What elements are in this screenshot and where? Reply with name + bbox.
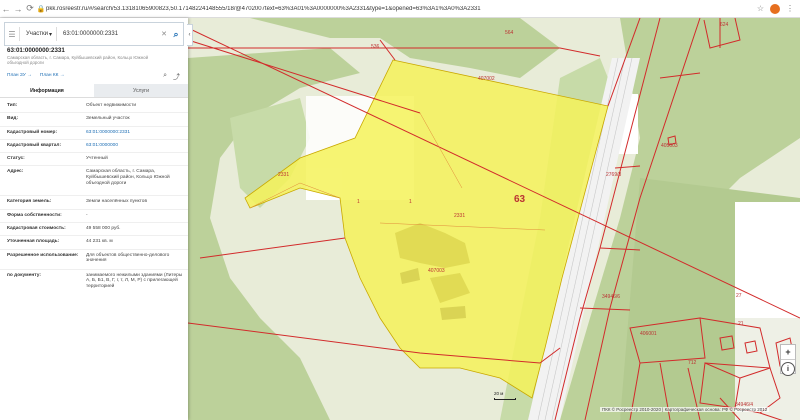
object-address: Самарская область, г. Самара, Куйбышевск… <box>7 55 149 66</box>
parcel-label-2331-b: 2331 <box>454 213 466 219</box>
row-key: Категория земель: <box>7 199 52 205</box>
search-box: ☰ Участки ▾ 63:01:0000000:2331 ✕ ⌕ <box>4 22 184 46</box>
row-key: Статус: <box>7 156 25 162</box>
search-type-select[interactable]: Участки ▾ <box>20 31 56 38</box>
profile-avatar[interactable] <box>770 3 780 14</box>
reload-button[interactable]: ⟳ <box>24 2 36 16</box>
back-button[interactable]: ← <box>0 2 12 16</box>
lock-icon: 🔒 <box>36 5 46 13</box>
plan-zu-link[interactable]: План ЗУ → <box>7 73 32 78</box>
table-row: Категория земель: Земли населённых пункт… <box>0 196 188 210</box>
table-row: Уточненная площадь: 44 231 кв. м <box>0 236 188 250</box>
collapse-panel-button[interactable]: ‹ <box>187 24 193 46</box>
parcel-label-536: 536 <box>371 44 380 50</box>
table-row: Кадастровый номер: 63:01:0000000:2331 <box>0 127 188 140</box>
scale-bar <box>494 398 516 400</box>
quarter-label-406001: 406001 <box>640 331 657 337</box>
search-object-icon[interactable]: ⌕ <box>163 72 167 82</box>
row-value: Земельный участок <box>86 116 130 122</box>
parcel-label-27: 27 <box>736 293 742 299</box>
map-copyright: ПКК © Росреестр 2010-2020 | Картографиче… <box>600 407 770 412</box>
quarter-label-407002: 407002 <box>478 76 495 82</box>
table-row: Кадастровая стоимость: 49 558 000 руб. <box>0 223 188 237</box>
table-row: Форма собственности: - <box>0 210 188 224</box>
row-value: Земли населённых пунктов <box>86 199 147 205</box>
zoom-in-button[interactable]: + <box>781 345 795 359</box>
tab-information[interactable]: Информация <box>0 84 94 97</box>
row-key: Форма собственности: <box>7 212 62 218</box>
menu-dots-icon[interactable]: ⋮ <box>786 4 794 13</box>
chevron-down-icon: ▾ <box>48 31 52 38</box>
parcel-label-2769-3: 2769/3 <box>606 172 622 178</box>
object-title: 63:01:0000000:2331 <box>7 47 65 54</box>
quarter-label-407003: 407003 <box>428 268 445 274</box>
parcel-label-712: 712 <box>688 360 697 366</box>
quarter-label-405003: 405003 <box>661 143 678 149</box>
search-input[interactable]: 63:01:0000000:2331 <box>57 31 159 37</box>
row-key: Адрес: <box>7 169 24 175</box>
row-value: 49 558 000 руб. <box>86 226 121 232</box>
menu-icon[interactable]: ☰ <box>5 23 19 45</box>
table-row: Вид: Земельный участок <box>0 113 188 127</box>
star-icon[interactable]: ☆ <box>757 4 764 13</box>
parcel-label-1b: 1 <box>357 199 360 205</box>
parcel-label-564: 564 <box>505 30 514 36</box>
parcel-label-624: 624 <box>720 22 729 28</box>
parcel-label-34946-6: 34946/6 <box>602 294 621 300</box>
row-key: Уточненная площадь: <box>7 239 60 245</box>
search-icon[interactable]: ⌕ <box>169 29 183 40</box>
row-key: Тип: <box>7 103 18 108</box>
row-value: 44 231 кв. м <box>86 239 113 245</box>
clear-icon[interactable]: ✕ <box>159 30 169 38</box>
table-row: Кадастровый квартал: 63:01:0000000 <box>0 140 188 154</box>
search-type-label: Участки <box>26 31 48 37</box>
row-key: Кадастровый номер: <box>7 129 58 135</box>
row-key: Вид: <box>7 116 19 122</box>
info-panel: ☰ Участки ▾ 63:01:0000000:2331 ✕ ⌕ ‹ 63:… <box>0 18 193 420</box>
parcel-label-main: 63 <box>514 194 526 205</box>
tab-services[interactable]: Услуги <box>94 84 188 97</box>
browser-toolbar: ← → ⟳ 🔒 pkk.rosreestr.ru/#/search/53.131… <box>0 0 800 18</box>
parcel-label-21: 21 <box>738 321 744 327</box>
cadastral-quarter-link[interactable]: 63:01:0000000 <box>86 143 188 150</box>
row-value: Учтенный <box>86 156 108 162</box>
row-value: Объект недвижимости <box>86 103 137 108</box>
table-row: Статус: Учтенный <box>0 153 188 167</box>
forward-button[interactable]: → <box>12 2 24 16</box>
cadastral-number-link[interactable]: 63:01:0000000:2331 <box>86 130 188 137</box>
table-row: Тип: Объект недвижимости <box>0 100 188 114</box>
row-key: Кадастровый квартал: <box>7 142 62 148</box>
parcel-label-1a: 1 <box>409 199 412 205</box>
info-table: Тип: Объект недвижимости Вид: Земельный … <box>0 100 188 310</box>
row-value: Для объектов общественно-делового значен… <box>86 252 170 264</box>
panel-tabs: Информация Услуги <box>0 84 188 98</box>
share-icon[interactable]: ⤴ <box>173 72 180 82</box>
row-value: Самарская область, г. Самара, Куйбышевск… <box>86 169 170 187</box>
table-row: по документу: занимаемого нежилыми здани… <box>0 270 188 310</box>
parcel-label-2331-a: 2331 <box>278 172 290 178</box>
row-key: Разрешенное использование: <box>7 252 79 258</box>
info-button[interactable]: i <box>781 362 795 376</box>
plan-kk-link[interactable]: План КК → <box>40 73 65 78</box>
table-row: Адрес: Самарская область, г. Самара, Куй… <box>0 166 188 197</box>
row-value: - <box>86 212 88 218</box>
row-key: по документу: <box>7 272 41 278</box>
address-bar[interactable]: pkk.rosreestr.ru/#/search/53.13181065900… <box>46 6 606 12</box>
table-row: Разрешенное использование: Для объектов … <box>0 250 188 270</box>
row-value: занимаемого нежилыми зданиями (Литеры А,… <box>86 272 183 290</box>
scale-label: 20 м <box>494 391 504 396</box>
row-key: Кадастровая стоимость: <box>7 226 66 232</box>
